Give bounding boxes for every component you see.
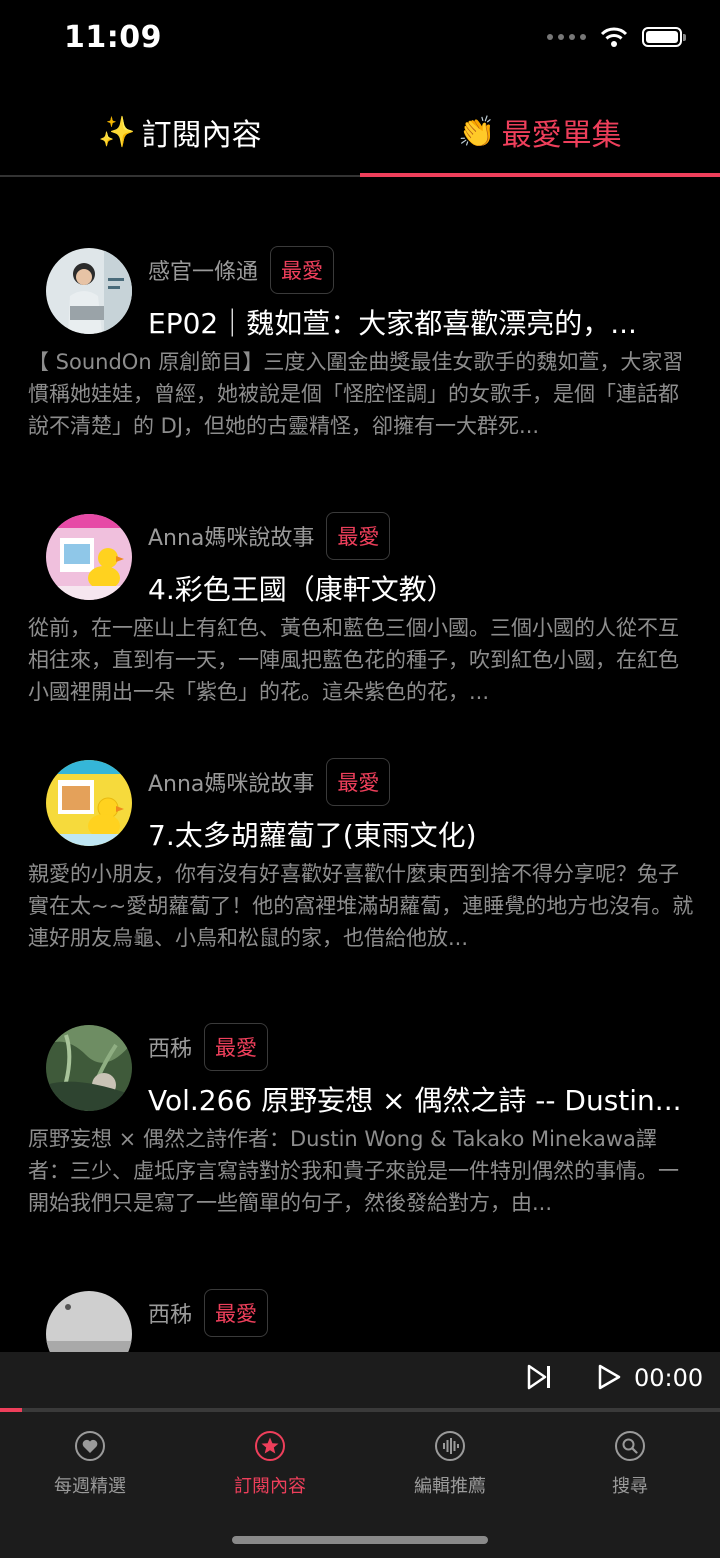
nav-label: 每週精選: [54, 1476, 126, 1497]
status-time: 11:09: [64, 20, 162, 55]
mini-player[interactable]: 00:00: [0, 1352, 720, 1410]
nav-label: 編輯推薦: [414, 1476, 486, 1497]
waveform-icon: [435, 1431, 465, 1461]
status-bar: 11:09: [0, 0, 720, 80]
nav-label: 訂閱內容: [234, 1476, 306, 1497]
tab-divider: [0, 175, 360, 177]
episode-description: 親愛的小朋友，你有沒有好喜歡好喜歡什麼東西到捨不得分享呢？兔子實在太~~愛胡蘿蔔…: [28, 862, 694, 950]
search-icon: [615, 1431, 645, 1461]
tab-favorites[interactable]: 👏 最愛單集: [360, 88, 720, 176]
skip-next-icon[interactable]: [524, 1362, 554, 1392]
nav-editor-picks[interactable]: 編輯推薦: [360, 1430, 540, 1498]
podcast-name: 西秭: [148, 1037, 193, 1062]
tab-bar: ✨ 訂閱內容 👏 最愛單集: [0, 88, 720, 178]
podcast-cover: [46, 248, 132, 334]
nav-search[interactable]: 搜尋: [540, 1430, 720, 1498]
favorite-badge[interactable]: 最愛: [204, 1289, 269, 1337]
podcast-name: Anna媽咪說故事: [148, 526, 315, 551]
playback-time: 00:00: [634, 1364, 704, 1392]
favorite-badge[interactable]: 最愛: [326, 758, 391, 806]
nav-subscriptions[interactable]: 訂閱內容: [180, 1430, 360, 1498]
podcast-name: Anna媽咪說故事: [148, 772, 315, 797]
episode-description: 【 SoundOn 原創節目】三度入圍金曲獎最佳女歌手的魏如萱，大家習慣稱她娃娃…: [28, 350, 684, 438]
episode-title: EP02｜魏如萱：大家都喜歡漂亮的，...: [148, 307, 637, 340]
podcast-cover: [46, 760, 132, 846]
clapping-hands-icon: 👏: [458, 114, 496, 150]
cellular-icon: [547, 34, 586, 40]
favorite-badge[interactable]: 最愛: [326, 512, 391, 560]
heart-icon: [75, 1431, 105, 1461]
star-icon: [255, 1431, 285, 1461]
home-indicator: [232, 1536, 488, 1544]
tab-label: 訂閱內容: [141, 118, 262, 153]
nav-weekly-picks[interactable]: 每週精選: [0, 1430, 180, 1498]
active-tab-indicator: [360, 173, 720, 177]
episode-description: 原野妄想 × 偶然之詩作者：Dustin Wong & Takako Minek…: [28, 1127, 679, 1215]
tab-label: 最愛單集: [501, 118, 622, 153]
favorite-badge[interactable]: 最愛: [270, 246, 335, 294]
bottom-navigation: 每週精選 訂閱內容 編輯推薦 搜尋: [0, 1412, 720, 1558]
favorite-badge[interactable]: 最愛: [204, 1023, 269, 1071]
episode-title: 4.彩色王國（康軒文教）: [148, 573, 455, 606]
play-icon[interactable]: [594, 1362, 624, 1392]
podcast-cover: [46, 514, 132, 600]
podcast-cover: [46, 1025, 132, 1111]
battery-icon: [642, 27, 686, 47]
podcast-name: 感官一條通: [148, 260, 259, 285]
episode-title: 7.太多胡蘿蔔了(東雨文化): [148, 819, 477, 852]
tab-subscriptions[interactable]: ✨ 訂閱內容: [0, 88, 360, 176]
sparkles-icon: ✨: [98, 114, 136, 150]
episode-description: 從前，在一座山上有紅色、黃色和藍色三個小國。三個小國的人從不互相往來，直到有一天…: [28, 616, 679, 704]
podcast-name: 西秭: [148, 1303, 193, 1328]
episode-title: Vol.266 原野妄想 × 偶然之詩 -- Dustin...: [148, 1084, 682, 1117]
wifi-icon: [600, 27, 628, 47]
nav-label: 搜尋: [612, 1476, 648, 1497]
